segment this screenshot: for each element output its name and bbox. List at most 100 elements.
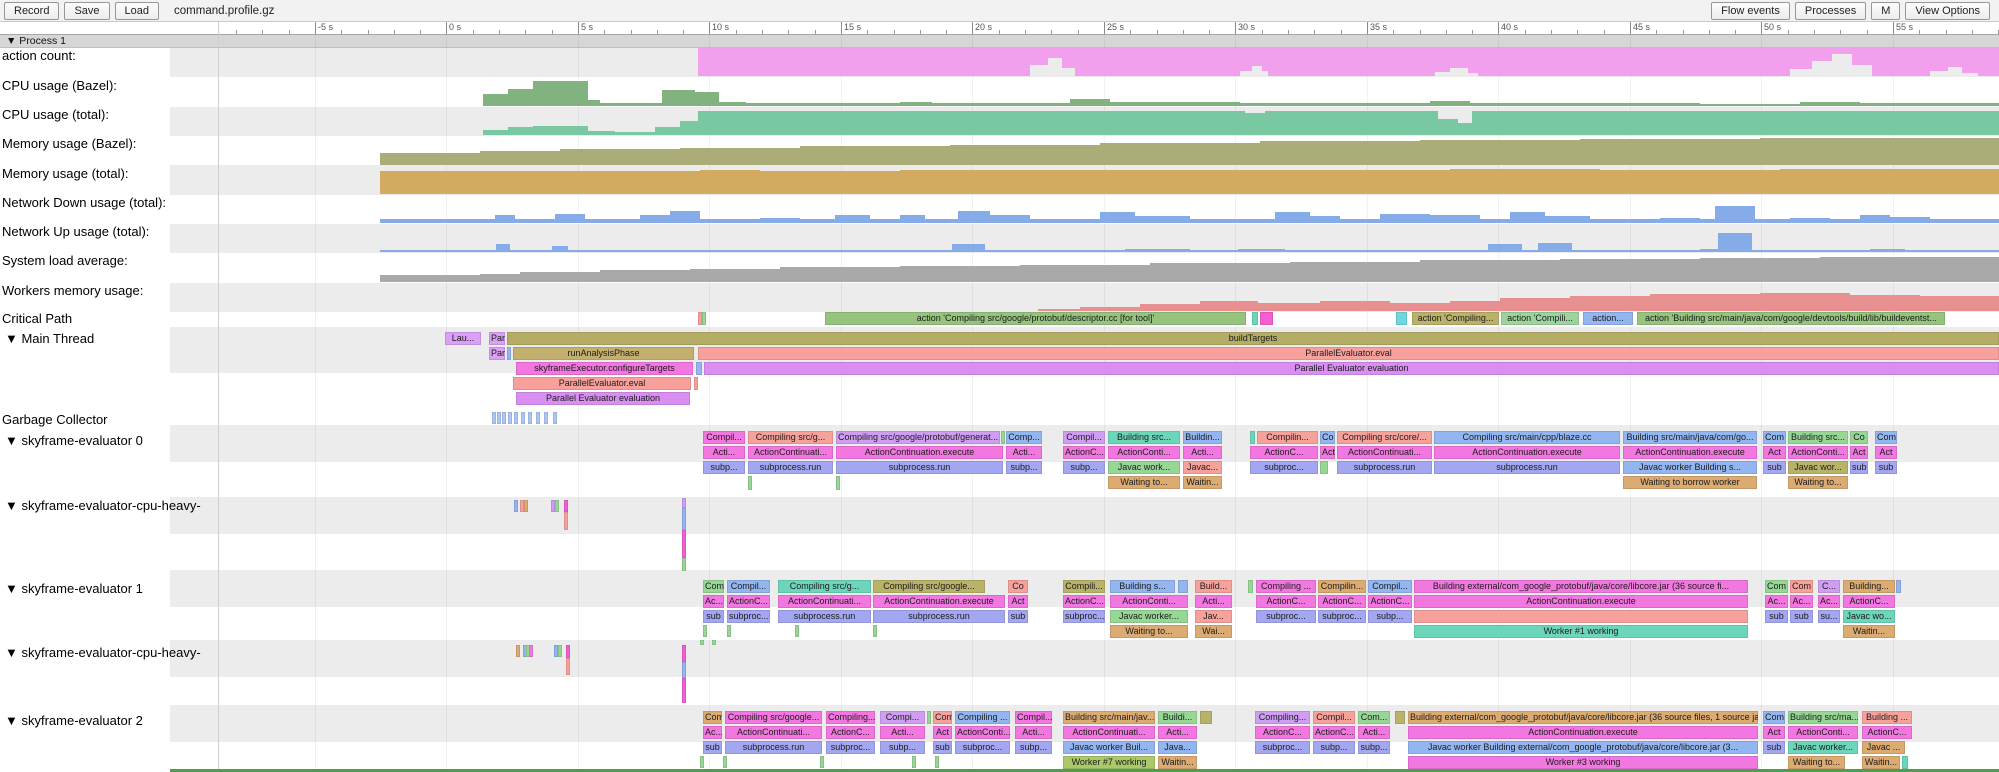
trace-event-bar[interactable]: Com... (1358, 711, 1390, 724)
trace-event-bar[interactable]: Act (1875, 446, 1897, 459)
trace-event-bar[interactable] (927, 711, 931, 724)
trace-event-bar[interactable]: ActionC... (1862, 726, 1912, 739)
trace-event-bar[interactable] (727, 625, 731, 637)
trace-event-bar[interactable] (1395, 711, 1405, 724)
trace-event-bar[interactable]: subp... (1015, 741, 1052, 754)
trace-event-bar[interactable]: Acti... (1358, 726, 1390, 739)
trace-event-bar[interactable]: sub (933, 741, 952, 754)
trace-event-bar[interactable]: Building src/ma... (1788, 711, 1858, 724)
trace-event-bar[interactable]: Worker #1 working (1414, 625, 1748, 638)
trace-event-bar[interactable]: ActionConti... (1788, 446, 1848, 459)
trace-event-bar[interactable]: buildTargets (507, 332, 1999, 345)
trace-event-bar[interactable]: Act (1850, 446, 1868, 459)
trace-event-bar[interactable]: Building external/com_google_protobuf/ja… (1408, 711, 1758, 724)
trace-event-bar[interactable]: sub (1875, 461, 1897, 474)
trace-event-bar[interactable]: su... (1818, 610, 1840, 623)
save-button[interactable]: Save (64, 2, 109, 20)
trace-event-bar[interactable]: subproc... (1255, 741, 1310, 754)
trace-event-bar[interactable]: sub (1008, 610, 1028, 623)
track-label-collapsible[interactable]: ▼ skyframe-evaluator 1 (5, 581, 143, 596)
trace-event-bar[interactable]: Compiling src/google... (725, 711, 822, 724)
trace-event-bar[interactable]: subprocess.run (836, 461, 1003, 474)
trace-event-bar[interactable]: sub (1850, 461, 1868, 474)
trace-event-bar[interactable] (682, 530, 686, 558)
trace-event-bar[interactable] (682, 645, 686, 662)
trace-event-bar[interactable] (700, 756, 704, 768)
processes-button[interactable]: Processes (1795, 2, 1866, 20)
trace-event-bar[interactable]: Compil... (1063, 431, 1105, 444)
trace-event-bar[interactable]: ActionConti... (955, 726, 1010, 739)
trace-event-bar[interactable]: Acti... (1195, 595, 1232, 608)
trace-event-bar[interactable] (564, 500, 568, 512)
trace-event-bar[interactable]: Com (1765, 580, 1788, 593)
trace-event-bar[interactable]: Compiling src/main/cpp/blaze.cc (1434, 431, 1620, 444)
timeline-ruler[interactable]: -5 s0 s5 s10 s15 s20 s25 s30 s35 s40 s45… (0, 22, 1999, 35)
trace-event-bar[interactable] (521, 412, 525, 424)
trace-event-bar[interactable] (497, 412, 501, 424)
trace-event-bar[interactable]: Co (1850, 431, 1868, 444)
trace-event-bar[interactable]: Javac work... (1108, 461, 1180, 474)
trace-event-bar[interactable]: subprocess.run (725, 741, 822, 754)
trace-event-bar[interactable]: ParallelEvaluator.eval (513, 377, 691, 390)
trace-event-bar[interactable] (1250, 431, 1255, 444)
counter-track-sys-load[interactable] (0, 254, 1999, 282)
trace-event-bar[interactable]: Building src/main/java/com/go... (1623, 431, 1757, 444)
trace-event-bar[interactable]: Compilin... (1318, 580, 1366, 593)
trace-event-bar[interactable]: Worker #3 working (1408, 756, 1758, 769)
trace-event-bar[interactable]: Compiling src/google... (873, 580, 985, 593)
trace-event-bar[interactable] (566, 658, 570, 675)
trace-event-bar[interactable]: Waitin... (1158, 756, 1197, 769)
track-label-collapsible[interactable]: ▼ skyframe-evaluator-cpu-heavy- (5, 645, 201, 660)
trace-event-bar[interactable]: Lau... (445, 332, 481, 345)
trace-event-bar[interactable]: Waiting to... (1788, 476, 1848, 489)
trace-event-bar[interactable] (1414, 610, 1748, 623)
trace-event-bar[interactable]: Build... (1195, 580, 1232, 593)
trace-event-bar[interactable]: Ac... (1765, 595, 1788, 608)
trace-event-bar[interactable]: Ac... (1818, 595, 1840, 608)
trace-event-bar[interactable] (524, 500, 528, 512)
trace-event-bar[interactable] (694, 377, 698, 390)
trace-event-bar[interactable] (1260, 312, 1273, 325)
trace-event-bar[interactable] (507, 347, 511, 360)
trace-event-bar[interactable]: ActionC... (1313, 726, 1355, 739)
trace-event-bar[interactable]: ActionC... (727, 595, 770, 608)
track-label-collapsible[interactable]: ▼ Main Thread (5, 331, 94, 346)
trace-event-bar[interactable] (566, 645, 570, 658)
trace-event-bar[interactable]: Acti... (1183, 446, 1222, 459)
load-button[interactable]: Load (115, 2, 159, 20)
trace-event-bar[interactable]: Waiting to... (1788, 756, 1845, 769)
trace-event-bar[interactable]: Buildi... (1158, 711, 1197, 724)
trace-event-bar[interactable]: Jav... (1195, 610, 1232, 623)
trace-event-bar[interactable]: Acti... (880, 726, 925, 739)
trace-event-bar[interactable]: Par (489, 332, 505, 345)
trace-event-bar[interactable]: subprocess.run (873, 610, 1005, 623)
trace-event-bar[interactable]: Co (1008, 580, 1028, 593)
trace-event-bar[interactable]: subproc... (1063, 610, 1105, 623)
trace-event-bar[interactable]: Compil... (1313, 711, 1355, 724)
trace-event-bar[interactable]: sub (703, 610, 724, 623)
trace-event-bar[interactable]: Compilin... (1257, 431, 1318, 444)
counter-track-net-down[interactable] (0, 196, 1999, 223)
trace-event-bar[interactable]: ActionContinuation.execute (836, 446, 1003, 459)
trace-event-bar[interactable] (555, 500, 559, 512)
trace-event-bar[interactable]: Javac wo... (1843, 610, 1895, 623)
trace-event-bar[interactable] (492, 412, 496, 424)
trace-event-bar[interactable]: subproc... (826, 741, 875, 754)
trace-event-bar[interactable] (682, 498, 686, 508)
trace-event-bar[interactable]: Par (489, 347, 505, 360)
trace-event-bar[interactable] (1320, 461, 1328, 474)
trace-event-bar[interactable]: subproc... (955, 741, 1010, 754)
trace-event-bar[interactable]: ActionC... (1063, 595, 1105, 608)
trace-event-bar[interactable]: ParallelEvaluator.eval (698, 347, 1999, 360)
trace-event-bar[interactable]: action 'Compiling src/google/protobuf/de… (825, 312, 1246, 325)
trace-event-bar[interactable]: Ac... (703, 726, 722, 739)
counter-track-workers-mem[interactable] (0, 284, 1999, 311)
trace-event-bar[interactable]: Building external/com_google_protobuf/ja… (1414, 580, 1748, 593)
trace-event-bar[interactable]: Parallel Evaluator evaluation (704, 362, 1999, 375)
trace-event-bar[interactable]: ActionContinuation.execute (1434, 446, 1620, 459)
trace-event-bar[interactable]: Waiting to... (1110, 625, 1188, 638)
counter-track-net-up[interactable] (0, 225, 1999, 252)
trace-event-bar[interactable]: Javac worker... (1110, 610, 1188, 623)
trace-event-bar[interactable]: Act (1320, 446, 1335, 459)
trace-event-bar[interactable]: ActionContinuati... (725, 726, 822, 739)
